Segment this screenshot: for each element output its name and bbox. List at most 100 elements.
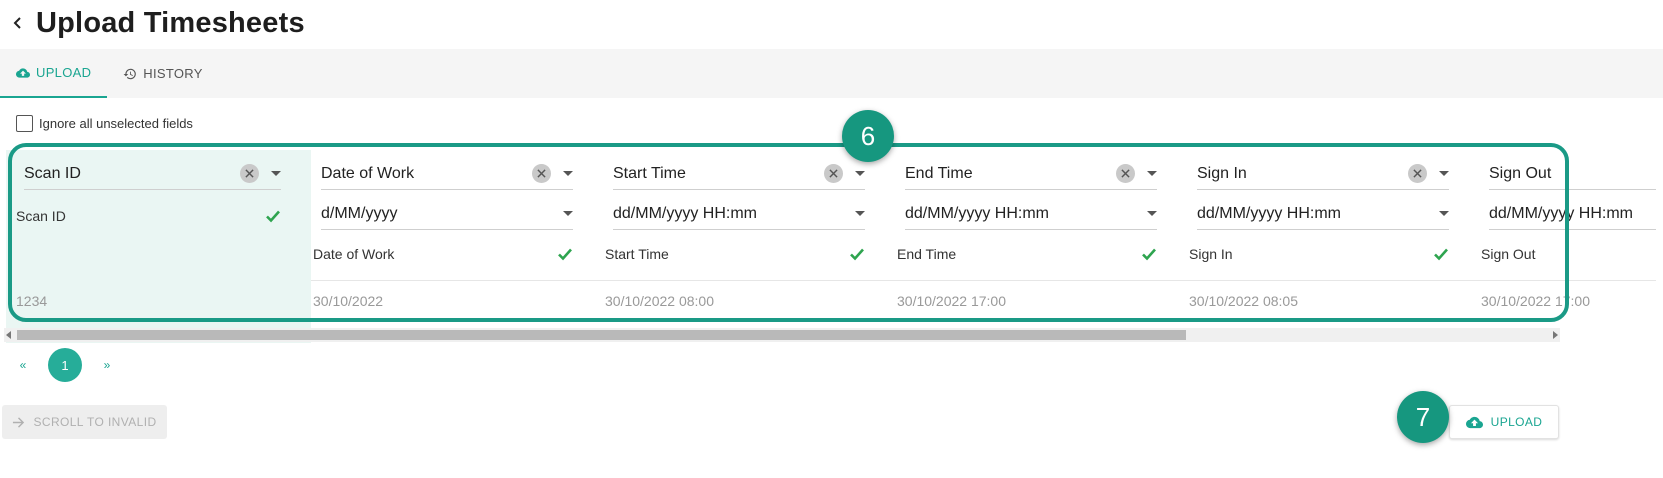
scroll-right-icon[interactable] xyxy=(1553,331,1558,339)
check-icon xyxy=(1142,248,1156,261)
column-scan-id: Scan ID Scan ID 1234 xyxy=(6,150,311,343)
column-field-select[interactable]: Sign Out xyxy=(1489,158,1656,190)
chevron-down-icon[interactable] xyxy=(563,171,573,176)
clear-field-button[interactable] xyxy=(240,164,259,183)
row-divider xyxy=(1187,280,1479,281)
column-sign-in: Sign In dd/MM/yyyy HH:mm Sign In 30/10/2… xyxy=(1187,150,1479,343)
check-icon xyxy=(1434,248,1448,261)
sample-value: 30/10/2022 17:00 xyxy=(1481,293,1590,309)
tab-history[interactable]: HISTORY xyxy=(107,49,218,98)
column-start-time: Start Time dd/MM/yyyy HH:mm Start Time 3… xyxy=(603,150,895,343)
cloud-upload-icon xyxy=(16,67,30,78)
page-title: Upload Timesheets xyxy=(36,6,305,39)
date-format-value: dd/MM/yyyy HH:mm xyxy=(613,204,757,222)
date-format-select[interactable]: dd/MM/yyyy HH:mm xyxy=(905,198,1157,230)
mapped-field-row: Date of Work xyxy=(313,242,573,266)
sample-value: 1234 xyxy=(16,293,48,309)
scroll-to-invalid-label: SCROLL TO INVALID xyxy=(33,415,157,429)
sample-value: 30/10/2022 xyxy=(313,293,384,309)
column-field-select[interactable]: Scan ID xyxy=(24,158,281,190)
check-icon xyxy=(850,248,864,261)
close-icon xyxy=(537,169,546,178)
column-field-select[interactable]: Start Time xyxy=(613,158,865,190)
ignore-unselected-option: Ignore all unselected fields xyxy=(16,115,193,132)
upload-timesheets-page: Upload Timesheets UPLOAD HISTORY Ignore … xyxy=(0,0,1663,478)
page-1-button[interactable]: 1 xyxy=(48,348,82,382)
next-page-button[interactable]: » xyxy=(94,358,120,372)
column-end-time: End Time dd/MM/yyyy HH:mm End Time 30/10… xyxy=(895,150,1187,343)
row-divider xyxy=(311,280,603,281)
column-field-label: Date of Work xyxy=(321,164,415,182)
scroll-left-icon[interactable] xyxy=(6,331,11,339)
close-icon xyxy=(1413,169,1422,178)
date-format-value: dd/MM/yyyy HH:mm xyxy=(905,204,1049,222)
prev-page-button[interactable]: « xyxy=(10,358,36,372)
cloud-upload-icon xyxy=(1465,416,1483,428)
scrollbar-thumb[interactable] xyxy=(17,330,1186,340)
sample-value: 30/10/2022 08:05 xyxy=(1189,293,1298,309)
date-format-select[interactable]: d/MM/yyyy xyxy=(321,198,573,230)
clear-field-button[interactable] xyxy=(824,164,843,183)
column-field-label: End Time xyxy=(905,164,973,182)
mapped-field-label: Sign Out xyxy=(1481,246,1536,262)
column-sign-out: Sign Out dd/MM/yyyy HH:mm Sign Out 30/10… xyxy=(1479,150,1656,343)
chevron-down-icon[interactable] xyxy=(563,211,573,216)
horizontal-scrollbar[interactable] xyxy=(4,328,1560,342)
scroll-to-invalid-button[interactable]: SCROLL TO INVALID xyxy=(2,405,167,439)
column-mapping-grid: Scan ID Scan ID 1234 Date of Work d/MM/y… xyxy=(6,150,1656,343)
mapped-field-label: Date of Work xyxy=(313,246,395,262)
tab-history-label: HISTORY xyxy=(143,66,203,81)
chevron-down-icon[interactable] xyxy=(855,171,865,176)
chevron-down-icon[interactable] xyxy=(1147,211,1157,216)
date-format-select[interactable]: dd/MM/yyyy HH:mm xyxy=(1197,198,1449,230)
ignore-unselected-checkbox[interactable] xyxy=(16,115,33,132)
mapped-field-row: Sign Out xyxy=(1481,242,1656,266)
mapped-field-row: End Time xyxy=(897,242,1157,266)
upload-button[interactable]: UPLOAD xyxy=(1449,405,1559,439)
ignore-unselected-label: Ignore all unselected fields xyxy=(39,116,193,131)
tab-bar: UPLOAD HISTORY xyxy=(0,49,1663,98)
row-divider xyxy=(1479,280,1656,281)
chevron-down-icon[interactable] xyxy=(1439,211,1449,216)
page-header: Upload Timesheets xyxy=(0,0,305,46)
chevron-down-icon[interactable] xyxy=(855,211,865,216)
mapped-field-row: Sign In xyxy=(1189,242,1449,266)
mapped-field-label: Scan ID xyxy=(16,208,66,224)
check-icon xyxy=(558,248,572,261)
column-field-select[interactable]: Date of Work xyxy=(321,158,573,190)
column-field-label: Start Time xyxy=(613,164,686,182)
mapped-field-label: End Time xyxy=(897,246,957,262)
tab-upload-label: UPLOAD xyxy=(36,65,92,80)
annotation-badge-6: 6 xyxy=(842,110,894,162)
close-icon xyxy=(245,169,254,178)
check-icon xyxy=(266,210,280,223)
sample-value: 30/10/2022 08:00 xyxy=(605,293,714,309)
close-icon xyxy=(829,169,838,178)
clear-field-button[interactable] xyxy=(532,164,551,183)
date-format-value: dd/MM/yyyy HH:mm xyxy=(1197,204,1341,222)
mapped-field-label: Sign In xyxy=(1189,246,1233,262)
mapped-field-row: Start Time xyxy=(605,242,865,266)
column-field-label: Scan ID xyxy=(24,164,81,182)
close-icon xyxy=(1121,169,1130,178)
tab-upload[interactable]: UPLOAD xyxy=(0,49,108,98)
column-field-label: Sign In xyxy=(1197,164,1247,182)
back-button[interactable] xyxy=(0,0,36,46)
sample-value: 30/10/2022 17:00 xyxy=(897,293,1006,309)
arrow-right-icon xyxy=(13,416,25,428)
date-format-select[interactable]: dd/MM/yyyy HH:mm xyxy=(1489,198,1656,230)
chevron-down-icon[interactable] xyxy=(1439,171,1449,176)
clear-field-button[interactable] xyxy=(1116,164,1135,183)
date-format-select[interactable]: dd/MM/yyyy HH:mm xyxy=(613,198,865,230)
column-field-select[interactable]: Sign In xyxy=(1197,158,1449,190)
chevron-down-icon[interactable] xyxy=(271,171,281,176)
row-divider xyxy=(603,280,895,281)
history-icon xyxy=(123,68,137,79)
mapped-field-row: Scan ID xyxy=(16,204,281,228)
clear-field-button[interactable] xyxy=(1408,164,1427,183)
chevron-down-icon[interactable] xyxy=(1147,171,1157,176)
date-format-value: dd/MM/yyyy HH:mm xyxy=(1489,204,1633,222)
column-date-of-work: Date of Work d/MM/yyyy Date of Work 30/1… xyxy=(311,150,603,343)
column-field-select[interactable]: End Time xyxy=(905,158,1157,190)
annotation-badge-7: 7 xyxy=(1397,391,1449,443)
